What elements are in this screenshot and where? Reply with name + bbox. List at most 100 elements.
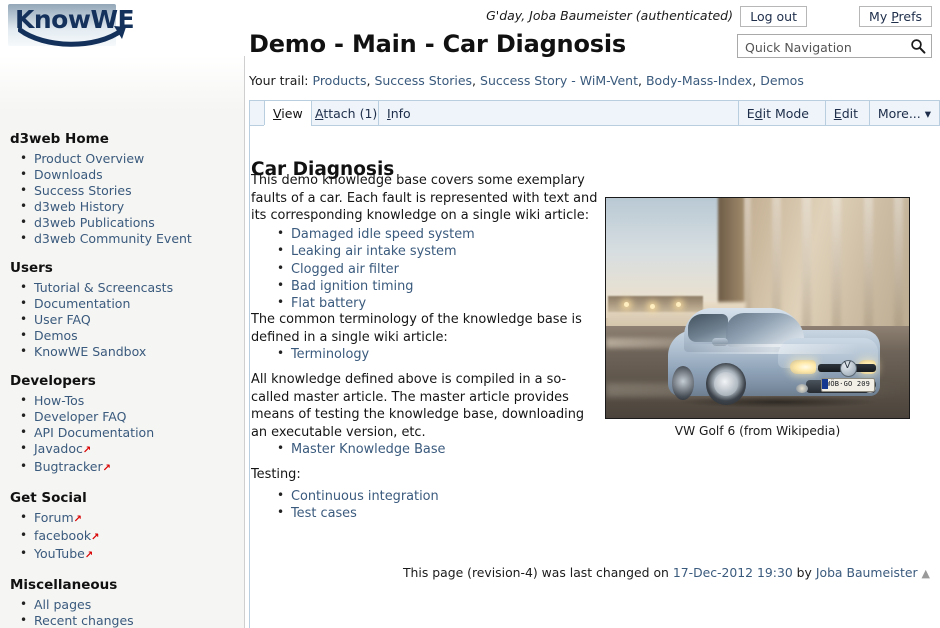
footer-author-link[interactable]: Joba Baumeister bbox=[816, 565, 918, 580]
car-headlight-left bbox=[790, 360, 816, 374]
sidebar-item-product-overview[interactable]: Product Overview bbox=[18, 150, 244, 167]
sidebar-heading-users: Users bbox=[10, 260, 53, 276]
sidebar-item-success-stories[interactable]: Success Stories bbox=[18, 182, 244, 199]
breadcrumb-item-0[interactable]: Products bbox=[313, 73, 367, 88]
sidebar-item-label: Developer FAQ bbox=[34, 409, 127, 424]
footer-by: by bbox=[796, 565, 812, 580]
sidebar-item-recent-changes[interactable]: Recent changes bbox=[18, 612, 244, 628]
tab-edit-mode[interactable]: Edit Mode bbox=[737, 101, 817, 126]
sidebar-item-api-documentation[interactable]: API Documentation bbox=[18, 424, 244, 441]
sidebar-heading-d3web-home: d3web Home bbox=[10, 131, 109, 147]
breadcrumb-sep-0: , bbox=[366, 73, 371, 88]
article-content: Car Diagnosis This demo knowledge base c… bbox=[249, 126, 940, 628]
sidebar-list-d3web-home: Product Overview Downloads Success Stori… bbox=[18, 150, 244, 247]
sidebar-item-label: API Documentation bbox=[34, 425, 155, 440]
logout-button[interactable]: Log out bbox=[740, 6, 807, 27]
link-terminology[interactable]: Terminology bbox=[275, 345, 369, 363]
sidebar-item-label: Success Stories bbox=[34, 183, 132, 198]
sidebar-item-d3web-community-event[interactable]: d3web Community Event bbox=[18, 230, 244, 247]
sidebar-item-label: Tutorial & Screencasts bbox=[34, 280, 174, 295]
article-paragraph-4: Testing: bbox=[251, 467, 301, 482]
car-rear-wheel bbox=[672, 366, 694, 400]
car-license-plate: WÖB·GO 209 bbox=[821, 378, 875, 392]
active-tab-connector bbox=[264, 125, 307, 127]
sidebar-item-label: Recent changes bbox=[34, 613, 134, 628]
sidebar-item-documentation[interactable]: Documentation bbox=[18, 295, 244, 312]
breadcrumb-item-4[interactable]: Demos bbox=[760, 73, 804, 88]
page-title: Demo - Main - Car Diagnosis bbox=[249, 30, 626, 58]
sidebar-item-d3web-history[interactable]: d3web History bbox=[18, 198, 244, 215]
sidebar-item-user-faq[interactable]: User FAQ bbox=[18, 311, 244, 328]
sidebar-item-label: facebook bbox=[34, 528, 92, 543]
search-icon[interactable] bbox=[910, 38, 926, 54]
link-master-knowledge-base[interactable]: Master Knowledge Base bbox=[275, 440, 445, 458]
link-clogged-air-filter[interactable]: Clogged air filter bbox=[275, 260, 475, 278]
article-figure: WÖB·GO 209 VW Golf 6 (from Wikipedia) bbox=[605, 197, 910, 438]
sidebar-item-facebook[interactable]: facebook↗ bbox=[18, 527, 244, 546]
sidebar-item-label: Javadoc bbox=[34, 441, 83, 456]
breadcrumb-item-3[interactable]: Body-Mass-Index bbox=[646, 73, 752, 88]
breadcrumb-sep-2: , bbox=[638, 73, 642, 88]
tab-view[interactable]: View bbox=[264, 101, 312, 126]
car-highlight bbox=[688, 344, 858, 354]
breadcrumb-sep-3: , bbox=[752, 73, 757, 88]
tab-edit[interactable]: Edit bbox=[824, 101, 866, 126]
sidebar-item-demos[interactable]: Demos bbox=[18, 327, 244, 344]
quick-navigation-box[interactable] bbox=[737, 34, 932, 59]
sidebar-item-how-tos[interactable]: How-Tos bbox=[18, 392, 244, 409]
link-damaged-idle-speed-system[interactable]: Damaged idle speed system bbox=[275, 225, 475, 243]
sidebar-item-downloads[interactable]: Downloads bbox=[18, 166, 244, 183]
sidebar-item-label: d3web History bbox=[34, 199, 125, 214]
sidebar-item-label: d3web Community Event bbox=[34, 231, 192, 246]
sidebar-item-developer-faq[interactable]: Developer FAQ bbox=[18, 408, 244, 425]
sidebar-item-bugtracker[interactable]: Bugtracker↗ bbox=[18, 458, 244, 477]
link-leaking-air-intake-system[interactable]: Leaking air intake system bbox=[275, 242, 475, 260]
external-link-icon: ↗ bbox=[91, 532, 100, 543]
quick-navigation-input[interactable] bbox=[743, 35, 907, 59]
sidebar-item-youtube[interactable]: YouTube↗ bbox=[18, 545, 244, 564]
fault-list: Damaged idle speed system Leaking air in… bbox=[275, 225, 475, 312]
breadcrumb: Your trail: Products, Success Stories, S… bbox=[249, 73, 804, 88]
my-prefs-button[interactable]: My Prefs bbox=[859, 6, 932, 27]
sidebar-sections: d3web Home Product Overview Downloads Su… bbox=[0, 131, 244, 628]
sidebar-item-label: Product Overview bbox=[34, 151, 145, 166]
master-list: Master Knowledge Base bbox=[275, 440, 445, 458]
sidebar-item-label: Documentation bbox=[34, 296, 131, 311]
tab-more-menu[interactable]: More... ▾ bbox=[868, 101, 939, 126]
wiki-page: KnowWE G'day, Joba Baumeister (authentic… bbox=[0, 0, 940, 628]
breadcrumb-item-1[interactable]: Success Stories bbox=[374, 73, 472, 88]
sidebar-item-tutorial-screencasts[interactable]: Tutorial & Screencasts bbox=[18, 279, 244, 296]
external-link-icon: ↗ bbox=[73, 514, 83, 525]
car-front-wheel bbox=[706, 363, 746, 405]
terminology-list: Terminology bbox=[275, 345, 369, 363]
tab-attach[interactable]: Attach (1) bbox=[306, 101, 385, 126]
eu-plate-band bbox=[822, 379, 828, 389]
link-test-cases[interactable]: Test cases bbox=[275, 504, 439, 522]
vw-golf-photo: WÖB·GO 209 bbox=[605, 197, 910, 419]
sidebar-item-label: Downloads bbox=[34, 167, 103, 182]
testing-list: Continuous integration Test cases bbox=[275, 487, 439, 523]
photo-car: WÖB·GO 209 bbox=[668, 308, 880, 408]
tab-info[interactable]: Info bbox=[378, 101, 419, 126]
sidebar-item-d3web-publications[interactable]: d3web Publications bbox=[18, 214, 244, 231]
tab-bar: View Attach (1) Info Edit Mode Edit More… bbox=[249, 100, 940, 126]
sidebar-heading-developers: Developers bbox=[10, 373, 96, 389]
sidebar-item-all-pages[interactable]: All pages bbox=[18, 596, 244, 613]
sidebar-item-label: Demos bbox=[34, 328, 78, 343]
sidebar-item-label: User FAQ bbox=[34, 312, 91, 327]
sidebar-item-knowwe-sandbox[interactable]: KnowWE Sandbox bbox=[18, 343, 244, 360]
sidebar-item-label: All pages bbox=[34, 597, 92, 612]
breadcrumb-item-2[interactable]: Success Story - WiM-Vent bbox=[480, 73, 638, 88]
sidebar-item-javadoc[interactable]: Javadoc↗ bbox=[18, 440, 244, 459]
link-flat-battery[interactable]: Flat battery bbox=[275, 294, 475, 312]
link-bad-ignition-timing[interactable]: Bad ignition timing bbox=[275, 277, 475, 295]
article-paragraph-1: This demo knowledge base covers some exe… bbox=[251, 173, 598, 223]
sidebar-item-label: Forum bbox=[34, 510, 74, 525]
footer-date-link[interactable]: 17-Dec-2012 19:30 bbox=[673, 565, 793, 580]
back-to-top-icon[interactable]: ▲ bbox=[922, 567, 930, 580]
external-link-icon: ↗ bbox=[102, 463, 112, 474]
knowwe-logo[interactable]: KnowWE bbox=[8, 4, 138, 50]
sidebar-item-forum[interactable]: Forum↗ bbox=[18, 509, 244, 528]
link-continuous-integration[interactable]: Continuous integration bbox=[275, 487, 439, 505]
breadcrumb-sep-1: , bbox=[472, 73, 477, 88]
